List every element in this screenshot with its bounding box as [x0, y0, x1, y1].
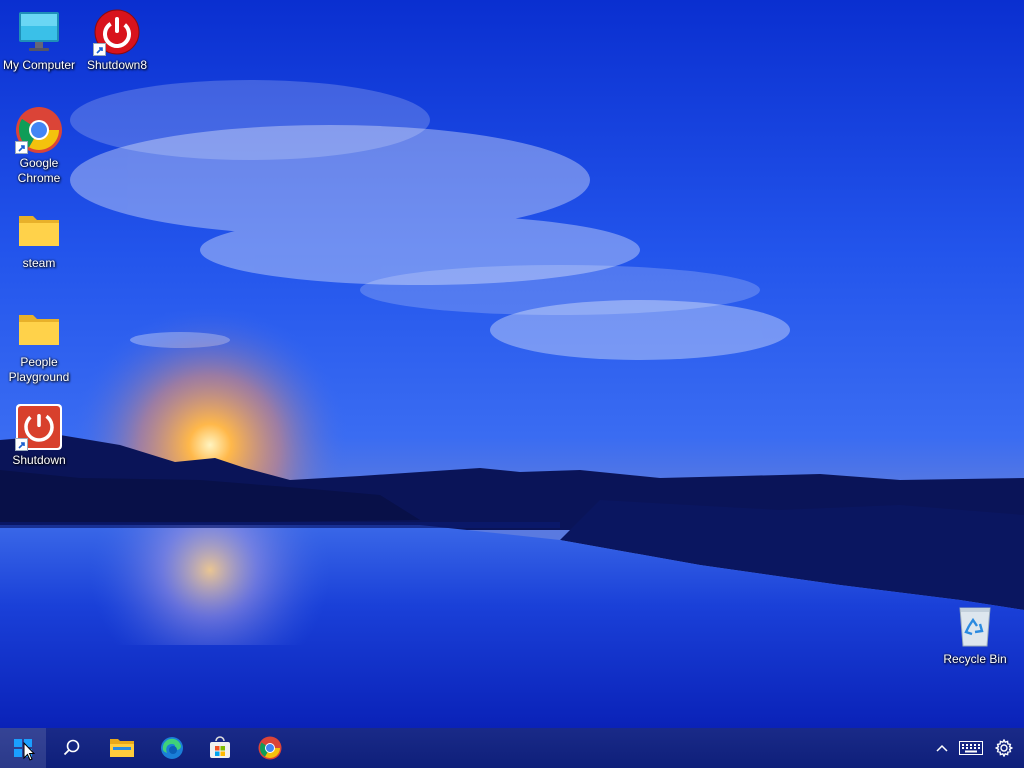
- taskbar: [0, 728, 1024, 768]
- desktop-icon-people-playground[interactable]: People Playground: [0, 305, 78, 385]
- edge-button[interactable]: [149, 728, 195, 768]
- desktop-wallpaper: [0, 0, 1024, 728]
- desktop-icon-label: Shutdown: [12, 453, 66, 467]
- recycle-bin-icon: [951, 602, 999, 650]
- power-button-icon: [15, 403, 63, 451]
- chrome-taskbar-button[interactable]: [247, 728, 293, 768]
- desktop-icon-label: steam: [22, 256, 56, 270]
- desktop-icon-google-chrome[interactable]: Google Chrome: [0, 106, 78, 186]
- desktop-icon-steam[interactable]: steam: [0, 206, 78, 271]
- monitor-icon: [15, 8, 63, 56]
- desktop-icon-label: Google Chrome: [17, 156, 61, 185]
- shortcut-arrow-icon: [15, 141, 28, 154]
- file-explorer-icon: [110, 739, 134, 757]
- settings-button[interactable]: [990, 728, 1018, 768]
- desktop-icon-recycle-bin[interactable]: Recycle Bin: [936, 602, 1014, 667]
- show-hidden-icons-button[interactable]: [928, 728, 956, 768]
- shortcut-arrow-icon: [15, 438, 28, 451]
- desktop-icon-label: Shutdown8: [86, 58, 148, 72]
- chrome-icon: [258, 736, 282, 760]
- file-explorer-button[interactable]: [99, 728, 145, 768]
- gear-icon: [995, 739, 1013, 757]
- shortcut-arrow-icon: [93, 43, 106, 56]
- microsoft-store-button[interactable]: [197, 728, 243, 768]
- chevron-up-icon: [936, 744, 948, 752]
- search-button[interactable]: [49, 728, 95, 768]
- chrome-icon: [15, 106, 63, 154]
- search-icon: [63, 739, 80, 756]
- folder-icon: [15, 206, 63, 254]
- edge-icon: [161, 737, 183, 759]
- touch-keyboard-button[interactable]: [956, 728, 986, 768]
- folder-icon: [15, 305, 63, 353]
- desktop-icon-label: Recycle Bin: [943, 652, 1007, 666]
- desktop-icon-my-computer[interactable]: My Computer: [0, 8, 78, 73]
- keyboard-icon: [959, 741, 983, 755]
- desktop-icon-label: My Computer: [2, 58, 76, 72]
- power-icon: [93, 8, 141, 56]
- desktop-icon-shutdown[interactable]: Shutdown: [0, 403, 78, 468]
- desktop-icon-shutdown8[interactable]: Shutdown8: [78, 8, 156, 73]
- microsoft-store-icon: [210, 736, 230, 758]
- mouse-cursor-icon: [23, 742, 35, 761]
- desktop-icon-label: People Playground: [8, 355, 70, 384]
